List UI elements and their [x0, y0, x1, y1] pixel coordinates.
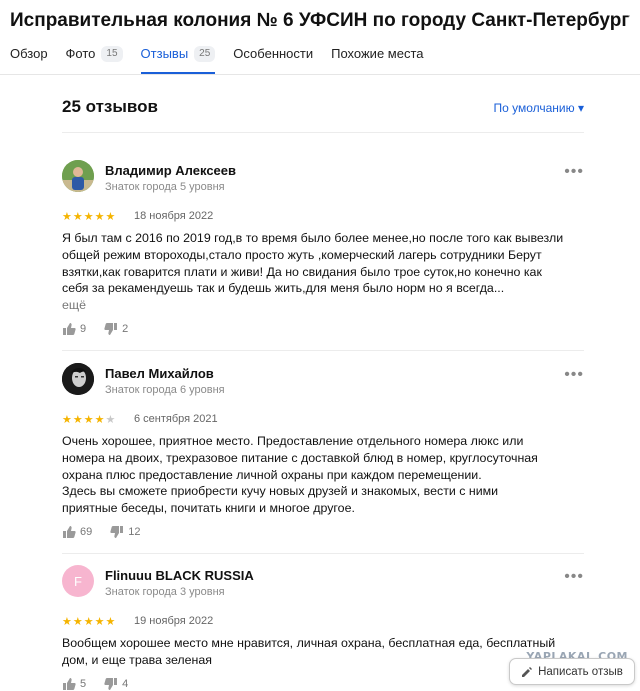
pencil-icon [522, 666, 533, 677]
review-date: 18 ноября 2022 [134, 210, 214, 222]
review-text-line: Здесь вы сможете приобрести кучу новых д… [62, 484, 499, 499]
tab-overview[interactable]: Обзор [10, 46, 48, 74]
tab-reviews[interactable]: Отзывы 25 [140, 46, 216, 74]
star-icon: ★ [62, 211, 73, 223]
read-more-link[interactable]: ещё [62, 297, 584, 314]
thumbs-down-icon[interactable] [104, 677, 118, 691]
divider [62, 553, 584, 554]
review-card: Владимир Алексеев Знаток города 5 уровня… [62, 160, 584, 351]
review-card: F Flinuuu BLACK RUSSIA Знаток города 3 у… [62, 565, 584, 690]
star-icon: ★ [83, 414, 95, 426]
review-votes: 69 12 [62, 525, 159, 539]
author-level: Знаток города 6 уровня [105, 384, 225, 396]
write-review-button[interactable]: Написать отзыв [509, 658, 635, 685]
sort-dropdown[interactable]: По умолчанию ▾ [493, 101, 584, 115]
author-level: Знаток города 5 уровня [105, 181, 225, 193]
review-text-line: взятки,как говарится плати и живи! Да но… [62, 264, 542, 279]
review-date: 19 ноября 2022 [134, 615, 214, 627]
star-icon: ★ [105, 616, 117, 628]
reviews-count-title: 25 отзывов [62, 97, 158, 116]
star-icon: ★ [72, 616, 84, 628]
more-options-button[interactable]: ••• [564, 366, 584, 384]
rating-stars: ★★★★★ [62, 210, 116, 223]
tab-label: Фото [65, 46, 96, 61]
star-icon: ★ [83, 616, 95, 628]
avatar[interactable] [62, 363, 94, 395]
review-author[interactable]: Павел Михайлов [105, 366, 214, 381]
divider [62, 132, 584, 133]
tab-features[interactable]: Особенности [233, 46, 313, 74]
author-level: Знаток города 3 уровня [105, 586, 225, 598]
review-text: Вообщем хорошее место мне нравится, личн… [62, 635, 584, 669]
write-review-label: Написать отзыв [538, 665, 623, 678]
review-text-line: Я был там с 2016 по 2019 год,в то время … [62, 231, 564, 245]
thumbs-up-icon[interactable] [62, 322, 76, 336]
thumbs-down-icon[interactable] [104, 322, 118, 336]
thumbs-up-icon[interactable] [62, 677, 76, 691]
star-icon: ★ [94, 414, 106, 426]
review-card: Павел Михайлов Знаток города 6 уровня ••… [62, 363, 584, 554]
star-icon: ★ [72, 414, 84, 426]
tab-count-badge: 15 [101, 46, 123, 62]
tabs-divider [0, 74, 640, 75]
likes-count: 5 [80, 678, 87, 690]
review-text-line: приятные беседы, почитать книги и многое… [62, 501, 355, 516]
tab-label: Особенности [233, 46, 314, 61]
star-icon: ★ [62, 616, 73, 628]
likes-count: 9 [80, 323, 87, 335]
thumbs-up-icon[interactable] [62, 525, 76, 539]
avatar-photo-icon [62, 160, 94, 192]
divider [62, 350, 584, 351]
review-author[interactable]: Владимир Алексеев [105, 163, 236, 178]
avatar[interactable] [62, 160, 94, 192]
star-icon: ★ [83, 211, 95, 223]
dislikes-count: 12 [128, 526, 141, 538]
review-date: 6 сентября 2021 [134, 413, 218, 425]
rating-stars: ★★★★★ [62, 615, 116, 628]
review-votes: 5 4 [62, 677, 146, 691]
dislikes-count: 2 [122, 323, 129, 335]
review-text-line: номера на двоих, трехразовое питание с д… [62, 450, 538, 465]
likes-count: 69 [80, 526, 93, 538]
star-icon: ★ [105, 211, 117, 223]
tab-label: Отзывы [140, 46, 189, 61]
review-text-line: Очень хорошее, приятное место. Предостав… [62, 434, 524, 448]
star-icon: ★ [72, 211, 84, 223]
star-icon: ★ [94, 616, 106, 628]
star-icon: ★ [105, 414, 117, 426]
review-text-line: дом, и еще трава зеленая [62, 652, 212, 667]
tab-label: Обзор [10, 46, 48, 61]
review-author[interactable]: Flinuuu BLACK RUSSIA [105, 568, 254, 583]
page-title: Исправительная колония № 6 УФСИН по горо… [10, 10, 630, 31]
avatar-photo-icon [62, 363, 94, 395]
tab-photos[interactable]: Фото 15 [66, 46, 123, 74]
review-text-line: охрана плюс предоставление личной охраны… [62, 467, 482, 482]
review-text-line: общей режим второходы,стало просто жуть … [62, 247, 542, 262]
review-text-line: Вообщем хорошее место мне нравится, личн… [62, 636, 556, 650]
rating-stars: ★★★★★ [62, 413, 116, 426]
star-icon: ★ [94, 211, 106, 223]
review-text-line: себя за рекамендуешь так и будешь жить,д… [62, 281, 505, 296]
tab-label: Похожие места [331, 46, 424, 61]
more-options-button[interactable]: ••• [564, 163, 584, 181]
star-icon: ★ [62, 414, 73, 426]
dislikes-count: 4 [122, 678, 129, 690]
tabs-bar: Обзор Фото 15 Отзывы 25 Особенности Похожи… [10, 46, 442, 74]
more-options-button[interactable]: ••• [564, 568, 584, 586]
thumbs-down-icon[interactable] [110, 525, 124, 539]
tab-count-badge: 25 [194, 46, 216, 62]
review-text: Очень хорошее, приятное место. Предостав… [62, 433, 584, 517]
review-votes: 9 2 [62, 322, 146, 336]
avatar[interactable]: F [62, 565, 94, 597]
review-text: Я был там с 2016 по 2019 год,в то время … [62, 230, 584, 314]
tab-similar-places[interactable]: Похожие места [331, 46, 423, 74]
